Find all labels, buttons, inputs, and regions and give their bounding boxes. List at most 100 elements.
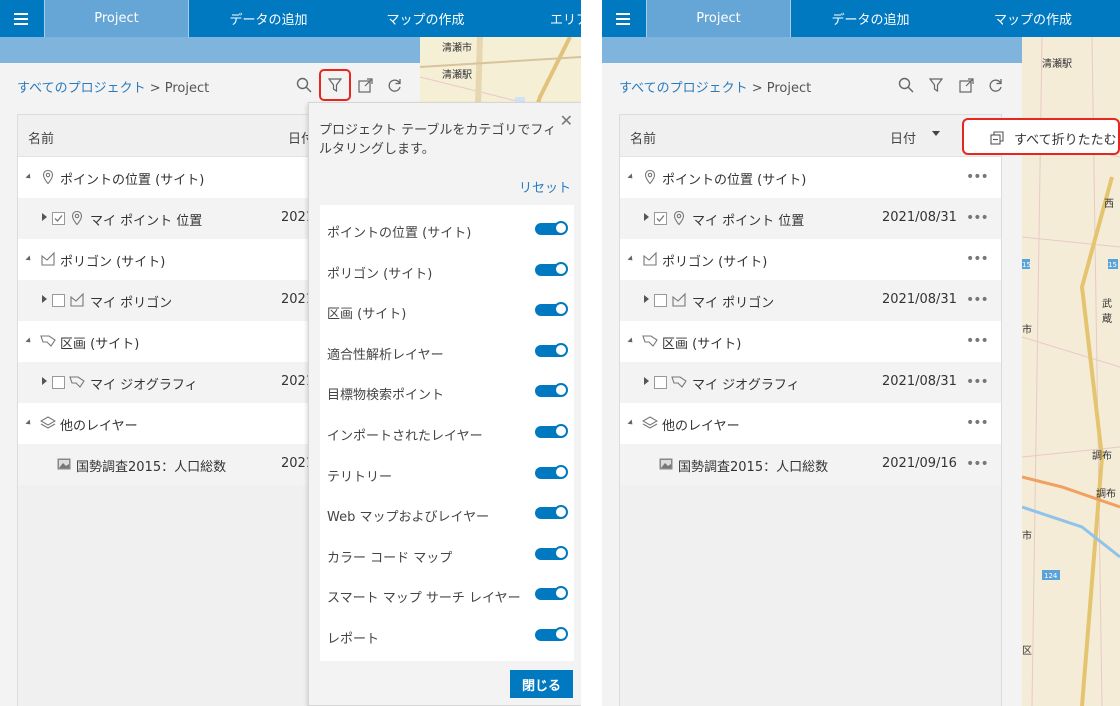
table-group-row[interactable]: 他のレイヤー ••• bbox=[620, 403, 1001, 444]
collapse-arrow-icon[interactable] bbox=[25, 419, 33, 427]
refresh-icon[interactable] bbox=[984, 74, 1006, 96]
expand-arrow-icon[interactable] bbox=[644, 213, 649, 221]
category-toggle[interactable] bbox=[535, 626, 568, 641]
category-toggle[interactable] bbox=[535, 221, 568, 235]
layer-checkbox[interactable] bbox=[52, 294, 65, 307]
polygon-icon bbox=[40, 251, 56, 267]
tab-create-map[interactable]: マップの作成 bbox=[347, 0, 504, 37]
collapse-arrow-icon[interactable] bbox=[25, 337, 33, 345]
layer-checkbox[interactable] bbox=[52, 376, 65, 389]
column-name-header[interactable]: 名前 bbox=[630, 128, 656, 147]
right-panel: Project データの追加 マップの作成 清瀬駅 西 武蔵 市 調布 調布 市… bbox=[602, 0, 1120, 706]
collapse-arrow-icon[interactable] bbox=[627, 337, 635, 345]
layer-checkbox[interactable] bbox=[654, 376, 667, 389]
layer-checkbox[interactable] bbox=[654, 212, 667, 225]
column-date-header[interactable]: 日付 bbox=[890, 128, 916, 147]
share-icon[interactable] bbox=[354, 74, 376, 96]
breadcrumb-root-link[interactable]: すべてのプロジェクト bbox=[17, 81, 146, 96]
layer-label: マイ ポイント 位置 bbox=[90, 214, 203, 229]
more-options-icon[interactable]: ••• bbox=[966, 251, 989, 267]
table-row[interactable]: マイ ポリゴン 2021/08/31 ••• bbox=[620, 280, 1001, 321]
menu-icon[interactable] bbox=[602, 0, 644, 37]
filter-icon[interactable] bbox=[319, 69, 351, 101]
collapse-arrow-icon[interactable] bbox=[627, 255, 635, 263]
category-toggle[interactable] bbox=[535, 586, 568, 601]
close-icon[interactable]: ✕ bbox=[560, 111, 573, 130]
category-toggle[interactable] bbox=[535, 545, 568, 560]
category-toggle[interactable] bbox=[535, 505, 568, 520]
expand-arrow-icon[interactable] bbox=[42, 377, 47, 385]
tab-project[interactable]: Project bbox=[44, 0, 189, 37]
filter-category-row: インポートされたレイヤー bbox=[320, 408, 574, 449]
polygon-icon bbox=[671, 292, 687, 308]
more-options-icon[interactable]: ••• bbox=[966, 210, 989, 226]
column-name-header[interactable]: 名前 bbox=[28, 128, 54, 147]
category-toggle[interactable] bbox=[535, 464, 568, 479]
search-icon[interactable] bbox=[293, 74, 315, 96]
date-cell: 2021/08/31 bbox=[882, 292, 957, 307]
group-label: 他のレイヤー bbox=[662, 419, 740, 434]
more-options-icon[interactable]: ••• bbox=[966, 169, 989, 185]
left-panel: Project データの追加 マップの作成 エリア 清瀬市 清瀬駅 すべてのプロ… bbox=[0, 0, 581, 706]
collapse-icon bbox=[990, 131, 1004, 145]
filter-category-row: カラー コード マップ bbox=[320, 530, 574, 571]
category-toggle[interactable] bbox=[535, 383, 568, 398]
category-toggle[interactable] bbox=[535, 342, 568, 357]
layer-label: マイ ジオグラフィ bbox=[692, 378, 800, 393]
tab-add-data[interactable]: データの追加 bbox=[190, 0, 347, 37]
table-row[interactable]: マイ ポイント 位置 2021/08/31 ••• bbox=[620, 198, 1001, 239]
filter-category-label: 目標物検索ポイント bbox=[327, 388, 445, 404]
share-icon[interactable] bbox=[955, 74, 977, 96]
more-options-icon[interactable]: ••• bbox=[966, 415, 989, 431]
menu-icon[interactable] bbox=[0, 0, 42, 37]
more-options-icon[interactable]: ••• bbox=[966, 456, 989, 472]
map-label: 清瀬市 bbox=[442, 43, 472, 54]
table-row[interactable]: マイ ジオグラフィ 2021/08/31 ••• bbox=[620, 362, 1001, 403]
category-toggle[interactable] bbox=[535, 302, 568, 317]
layer-checkbox[interactable] bbox=[52, 212, 65, 225]
filter-category-row: スマート マップ サーチ レイヤー bbox=[320, 570, 574, 611]
category-toggle[interactable] bbox=[535, 423, 568, 438]
geography-icon bbox=[642, 333, 658, 349]
collapse-arrow-icon[interactable] bbox=[25, 173, 33, 181]
table-group-row[interactable]: 区画 (サイト) ••• bbox=[620, 321, 1001, 362]
more-options-icon[interactable]: ••• bbox=[966, 292, 989, 308]
collapse-arrow-icon[interactable] bbox=[25, 255, 33, 263]
date-cell: 2021/09/16 bbox=[882, 456, 957, 471]
geography-icon bbox=[40, 333, 56, 349]
category-toggle[interactable] bbox=[535, 261, 568, 276]
more-options-icon[interactable]: ••• bbox=[966, 333, 989, 349]
filter-category-row: ポリゴン (サイト) bbox=[320, 246, 574, 287]
more-options-icon[interactable]: ••• bbox=[966, 374, 989, 390]
tab-area[interactable]: エリア bbox=[504, 0, 581, 37]
table-row[interactable]: 国勢調査2015：人口総数 2021/09/16 ••• bbox=[620, 444, 1001, 485]
map-label: 区 bbox=[1022, 646, 1032, 657]
refresh-icon[interactable] bbox=[383, 74, 405, 96]
layer-label: 国勢調査2015：人口総数 bbox=[678, 460, 829, 475]
layer-checkbox[interactable] bbox=[654, 294, 667, 307]
collapse-all-item[interactable]: すべて折りたたむ bbox=[1014, 129, 1117, 148]
filter-category-list: ポイントの位置 (サイト) ポリゴン (サイト) 区画 (サイト) 適合性解析レイヤー… bbox=[320, 205, 574, 661]
collapse-arrow-icon[interactable] bbox=[627, 419, 635, 427]
route-shield: 15 bbox=[1022, 261, 1031, 269]
sort-desc-icon[interactable] bbox=[932, 131, 940, 136]
collapse-arrow-icon[interactable] bbox=[627, 173, 635, 181]
tab-create-map[interactable]: マップの作成 bbox=[949, 0, 1120, 37]
table-group-row[interactable]: ポリゴン (サイト) ••• bbox=[620, 239, 1001, 280]
filter-icon[interactable] bbox=[925, 74, 947, 96]
tab-project[interactable]: Project bbox=[646, 0, 791, 37]
table-group-row[interactable]: ポイントの位置 (サイト) ••• bbox=[620, 157, 1001, 198]
breadcrumb-root-link[interactable]: すべてのプロジェクト bbox=[619, 81, 748, 96]
search-icon[interactable] bbox=[895, 74, 917, 96]
expand-arrow-icon[interactable] bbox=[42, 213, 47, 221]
expand-arrow-icon[interactable] bbox=[644, 377, 649, 385]
tab-add-data[interactable]: データの追加 bbox=[792, 0, 949, 37]
map-pin-icon bbox=[69, 210, 85, 226]
map-label: 西 bbox=[1104, 199, 1114, 210]
expand-arrow-icon[interactable] bbox=[644, 295, 649, 303]
project-pane: すべてのプロジェクト > Project 名前 日付 ••• ポイントの位置 (… bbox=[602, 63, 1022, 706]
reset-link[interactable]: リセット bbox=[519, 177, 571, 196]
group-label: ポイントの位置 (サイト) bbox=[662, 173, 807, 188]
close-button[interactable]: 閉じる bbox=[510, 670, 573, 698]
expand-arrow-icon[interactable] bbox=[42, 295, 47, 303]
